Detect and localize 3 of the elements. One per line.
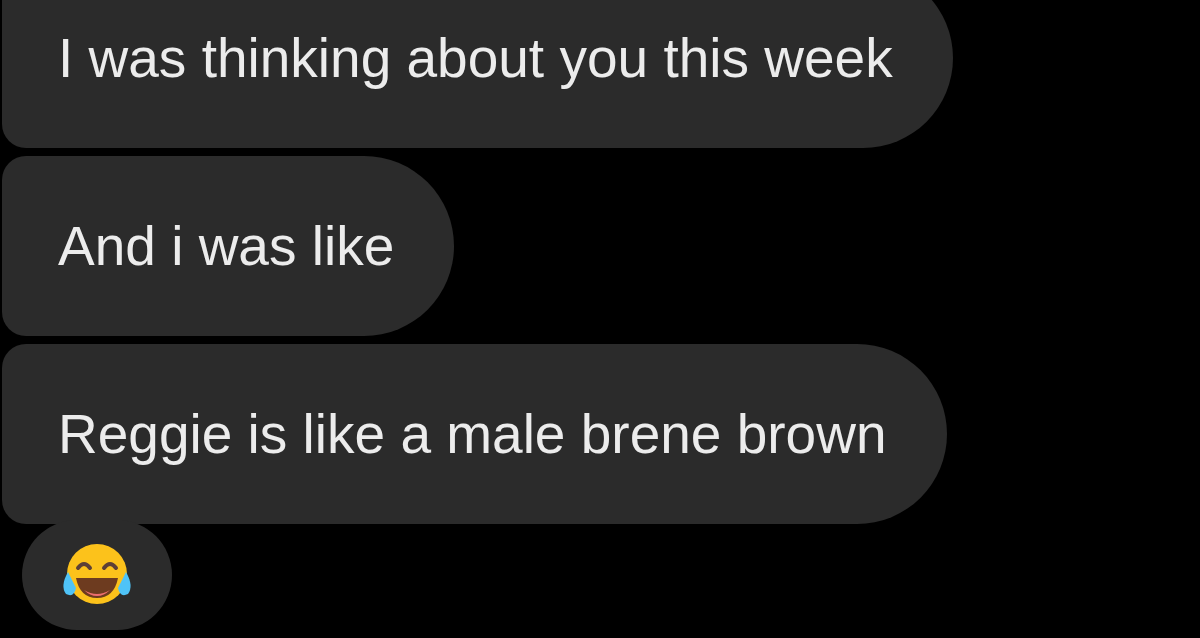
message-text: And i was like — [58, 214, 395, 279]
message-text: Reggie is like a male brene brown — [58, 402, 887, 467]
message-text: I was thinking about you this week — [58, 26, 893, 91]
